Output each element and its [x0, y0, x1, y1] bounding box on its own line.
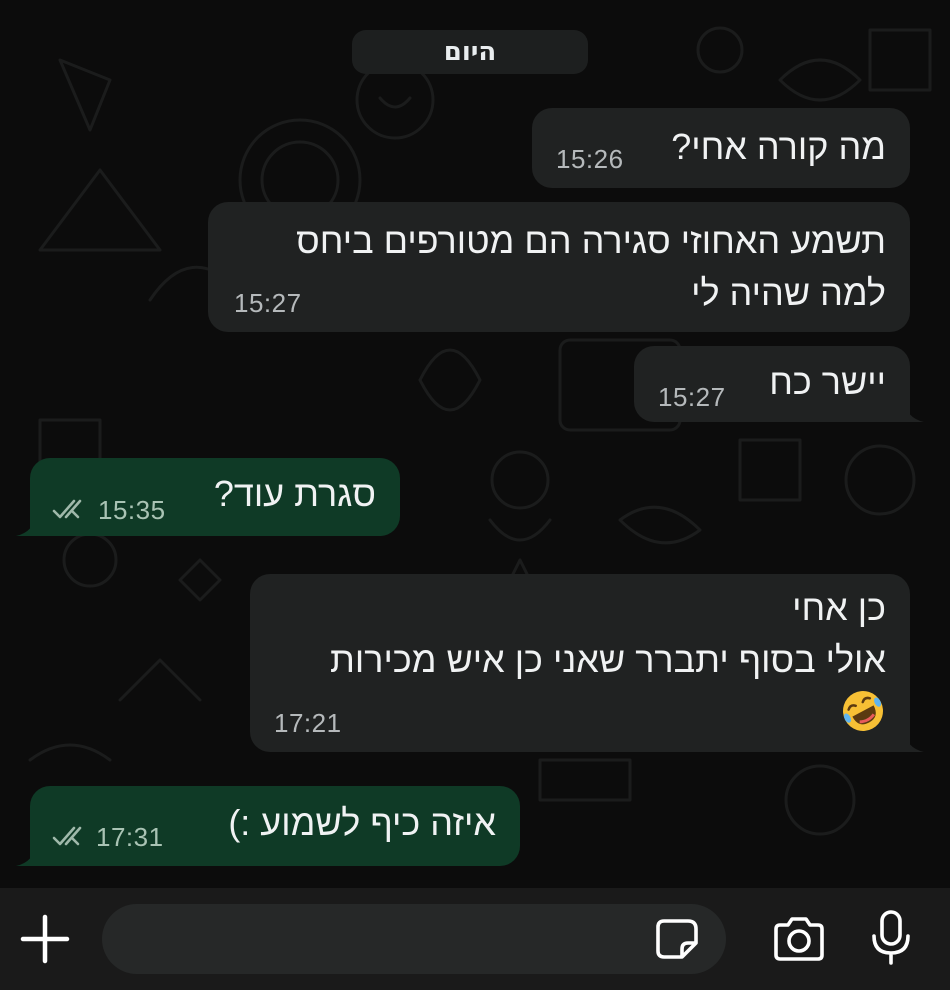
bubble-tail — [902, 398, 924, 422]
message-text: סגרת עוד? — [213, 473, 376, 514]
bubble-tail — [902, 728, 924, 752]
message-time: 17:31 — [96, 822, 164, 852]
message-text: מה קורה אחי? — [671, 126, 886, 167]
read-double-check-icon — [52, 499, 82, 519]
message-time: 17:21 — [274, 708, 342, 738]
message-time: 15:27 — [658, 382, 726, 412]
message-text: אולי בסוף יתברר שאני כן איש מכירות — [330, 639, 886, 680]
composer-bar — [0, 888, 950, 990]
message-text: יישר כח — [769, 361, 886, 402]
message-text: כן אחי — [792, 587, 886, 628]
microphone-icon[interactable] — [866, 908, 916, 968]
message-time: 15:27 — [234, 288, 302, 318]
date-label: היום — [443, 37, 497, 67]
bubble-tail — [16, 842, 38, 866]
message-time: 15:35 — [98, 495, 166, 525]
camera-icon[interactable] — [768, 912, 830, 966]
bubble-tail — [16, 512, 38, 536]
read-double-check-icon — [52, 826, 82, 846]
message-bubble-incoming[interactable]: מה קורה אחי? 15:26 — [532, 108, 910, 188]
message-text: תשמע האחוזי סגירה הם מטורפים ביחס — [296, 220, 886, 261]
message-text: למה שהיה לי — [691, 272, 886, 313]
message-bubble-outgoing[interactable]: איזה כיף לשמוע :) 17:31 — [16, 786, 520, 866]
chat-area[interactable]: היום מה קורה אחי? 15:26 תשמע האחוזי סגיר… — [0, 0, 950, 888]
rolling-on-floor-laughing-emoji — [843, 691, 883, 731]
message-bubble-outgoing[interactable]: סגרת עוד? 15:35 — [16, 458, 400, 536]
message-text: איזה כיף לשמוע :) — [228, 802, 496, 843]
date-separator: היום — [352, 30, 588, 74]
message-input[interactable] — [102, 904, 726, 974]
message-bubble-incoming[interactable]: יישר כח 15:27 — [634, 346, 924, 422]
plus-icon[interactable] — [18, 912, 72, 966]
message-time: 15:26 — [556, 144, 624, 174]
message-bubble-incoming[interactable]: תשמע האחוזי סגירה הם מטורפים ביחס למה שה… — [208, 202, 910, 332]
sticker-icon[interactable] — [652, 916, 702, 962]
message-bubble-incoming[interactable]: כן אחי אולי בסוף יתברר שאני כן איש מכירו… — [250, 574, 924, 752]
